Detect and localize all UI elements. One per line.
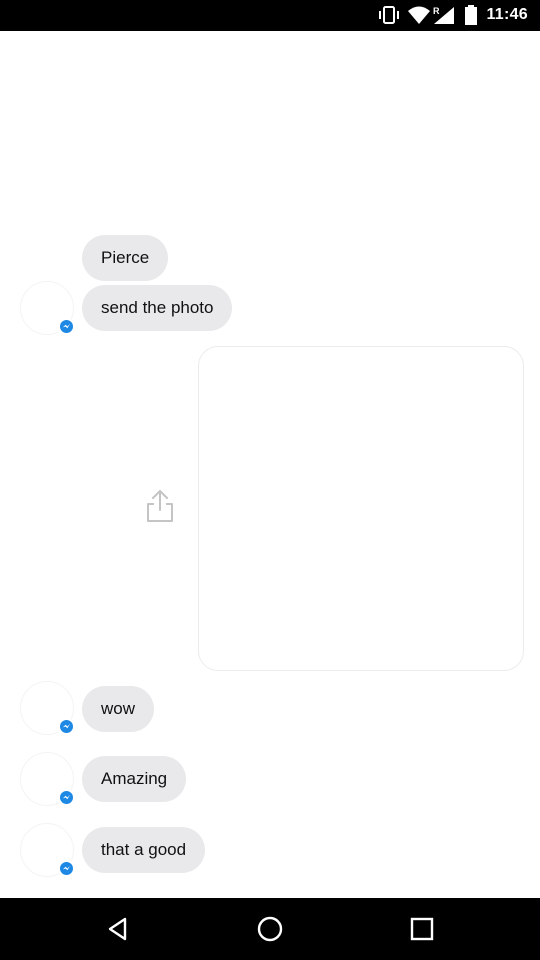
message-bubble[interactable]: that a good bbox=[82, 827, 206, 873]
avatar[interactable] bbox=[20, 681, 75, 735]
conversation-thread[interactable]: Pierce send the photo wow Amazing that a… bbox=[0, 31, 540, 898]
share-icon[interactable] bbox=[144, 488, 176, 524]
messenger-badge-icon bbox=[58, 318, 75, 335]
avatar[interactable] bbox=[20, 752, 75, 806]
status-bar: R 11:46 bbox=[0, 0, 540, 31]
wifi-icon bbox=[408, 6, 430, 24]
message-bubble[interactable]: Pierce bbox=[82, 235, 169, 281]
avatar[interactable] bbox=[20, 281, 75, 335]
photo-message[interactable] bbox=[198, 346, 524, 671]
battery-icon bbox=[465, 5, 477, 25]
cell-signal-icon: R bbox=[433, 6, 454, 24]
avatar[interactable] bbox=[20, 823, 75, 877]
navigation-bar bbox=[0, 898, 540, 960]
status-time: 11:46 bbox=[486, 6, 528, 23]
recents-icon[interactable] bbox=[408, 915, 436, 943]
vibrate-icon bbox=[379, 6, 399, 24]
messenger-badge-icon bbox=[58, 789, 75, 806]
messenger-badge-icon bbox=[58, 718, 75, 735]
message-bubble[interactable]: Amazing bbox=[82, 756, 187, 802]
messenger-badge-icon bbox=[58, 860, 75, 877]
home-icon[interactable] bbox=[256, 915, 284, 943]
message-bubble[interactable]: send the photo bbox=[82, 285, 233, 331]
message-bubble[interactable]: wow bbox=[82, 686, 155, 732]
back-icon[interactable] bbox=[104, 915, 132, 943]
network-badge: R bbox=[433, 6, 440, 16]
